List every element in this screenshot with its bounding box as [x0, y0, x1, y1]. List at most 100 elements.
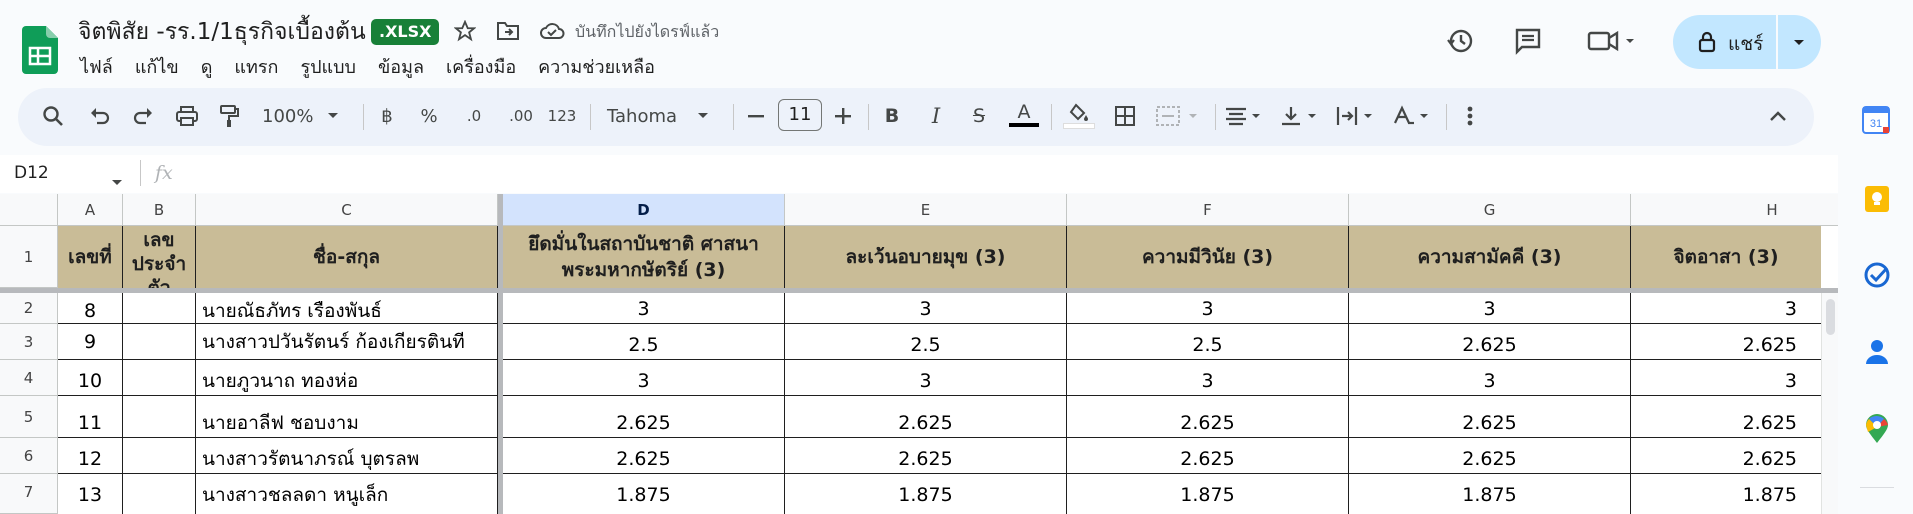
cell-no[interactable]: 11	[58, 396, 123, 438]
redo-icon[interactable]	[128, 101, 158, 131]
cell-score-h[interactable]: 2.625	[1631, 438, 1821, 474]
column-header-f[interactable]: F	[1067, 194, 1349, 226]
cell-score-e[interactable]: 2.625	[785, 438, 1067, 474]
borders-icon[interactable]	[1110, 101, 1140, 131]
column-header-c[interactable]: C	[196, 194, 498, 226]
header-cell-h[interactable]: จิตอาสา (3)	[1631, 226, 1821, 288]
more-options-icon[interactable]	[1457, 101, 1483, 131]
menu-view[interactable]: ดู	[201, 52, 213, 81]
cell-score-g[interactable]: 2.625	[1349, 396, 1631, 438]
header-cell-name[interactable]: ชื่อ-สกุล	[196, 226, 498, 288]
cell-no[interactable]: 10	[58, 360, 123, 396]
formula-input[interactable]	[190, 160, 1830, 186]
header-cell-no[interactable]: เลขที่	[58, 226, 123, 288]
cell-id[interactable]	[123, 360, 196, 396]
select-all-corner[interactable]	[0, 194, 58, 226]
cell-score-g[interactable]: 1.875	[1349, 474, 1631, 514]
print-icon[interactable]	[172, 101, 202, 131]
cell-score-f[interactable]: 2.625	[1067, 396, 1349, 438]
text-wrapping-icon[interactable]	[1334, 101, 1378, 131]
currency-format-button[interactable]: ฿	[373, 101, 401, 131]
cell-score-e[interactable]: 3	[785, 293, 1067, 324]
collapse-toolbar-icon[interactable]	[1763, 101, 1793, 131]
header-cell-e[interactable]: ละเว้นอบายมุข (3)	[785, 226, 1067, 288]
row-header-1[interactable]: 1	[0, 226, 58, 288]
row-header-7[interactable]: 7	[0, 474, 58, 514]
share-dropdown-icon[interactable]	[1785, 28, 1813, 56]
comments-icon[interactable]	[1514, 27, 1542, 55]
decrease-decimal-button[interactable]: .0	[458, 101, 490, 131]
bold-button[interactable]: B	[878, 101, 906, 131]
cell-score-g[interactable]: 2.625	[1349, 438, 1631, 474]
row-header-2[interactable]: 2	[0, 293, 58, 324]
column-header-a[interactable]: A	[58, 194, 123, 226]
zoom-select[interactable]: 100%	[262, 101, 352, 131]
menu-tools[interactable]: เครื่องมือ	[446, 52, 516, 81]
cell-score-f[interactable]: 1.875	[1067, 474, 1349, 514]
paint-format-icon[interactable]	[214, 101, 244, 131]
font-size-input[interactable]: 11	[778, 99, 822, 131]
cell-no[interactable]: 8	[58, 293, 123, 324]
fill-color-icon[interactable]	[1063, 99, 1095, 133]
cell-score-h[interactable]: 3	[1631, 293, 1821, 324]
name-box-dropdown-icon[interactable]	[111, 172, 123, 191]
menu-data[interactable]: ข้อมูล	[378, 52, 424, 81]
cell-score-g[interactable]: 2.625	[1349, 324, 1631, 360]
cell-score-d[interactable]: 2.625	[503, 438, 785, 474]
menu-edit[interactable]: แก้ไข	[135, 52, 179, 81]
document-title[interactable]: จิตพิสัย -รร.1/1ธุรกิจเบื้องต้น	[78, 14, 366, 50]
cell-score-d[interactable]: 3	[503, 360, 785, 396]
cell-score-g[interactable]: 3	[1349, 293, 1631, 324]
cell-no[interactable]: 13	[58, 474, 123, 514]
percent-format-button[interactable]: %	[415, 101, 443, 131]
cell-score-h[interactable]: 2.625	[1631, 324, 1821, 360]
decrease-font-size-icon[interactable]	[742, 101, 770, 131]
italic-button[interactable]: I	[922, 101, 950, 131]
cell-id[interactable]	[123, 324, 196, 360]
row-header-5[interactable]: 5	[0, 396, 58, 438]
column-header-d[interactable]: D	[503, 194, 785, 226]
maps-icon[interactable]	[1864, 414, 1890, 444]
cell-id[interactable]	[123, 474, 196, 514]
vertical-align-icon[interactable]	[1278, 101, 1322, 131]
cell-id[interactable]	[123, 438, 196, 474]
scrollbar-thumb[interactable]	[1826, 299, 1835, 335]
cell-score-e[interactable]: 3	[785, 360, 1067, 396]
cell-score-d[interactable]: 2.625	[503, 396, 785, 438]
horizontal-align-icon[interactable]	[1222, 101, 1266, 131]
row-header-3[interactable]: 3	[0, 324, 58, 360]
cell-no[interactable]: 9	[58, 324, 123, 360]
cell-score-e[interactable]: 1.875	[785, 474, 1067, 514]
column-header-g[interactable]: G	[1349, 194, 1631, 226]
cell-score-h[interactable]: 2.625	[1631, 396, 1821, 438]
menu-format[interactable]: รูปแบบ	[300, 52, 356, 81]
number-format-button[interactable]: 123	[546, 101, 578, 131]
sheets-logo[interactable]	[22, 26, 58, 74]
cell-name[interactable]: นางสาวปวันรัตนร์ ก้องเกียรตินที	[196, 324, 498, 360]
text-rotation-icon[interactable]	[1390, 101, 1434, 131]
contacts-icon[interactable]	[1864, 338, 1890, 366]
cell-score-f[interactable]: 2.625	[1067, 438, 1349, 474]
merge-cells-icon[interactable]	[1153, 101, 1205, 131]
cell-name[interactable]: นายณัธภัทร เรืองพันธ์	[196, 293, 498, 324]
menu-insert[interactable]: แทรก	[234, 52, 278, 81]
cell-name[interactable]: นางสาวชลลดา หนูเล็ก	[196, 474, 498, 514]
cell-score-e[interactable]: 2.625	[785, 396, 1067, 438]
row-header-4[interactable]: 4	[0, 360, 58, 396]
cell-score-d[interactable]: 2.5	[503, 324, 785, 360]
text-color-button[interactable]: A	[1008, 97, 1040, 131]
row-header-6[interactable]: 6	[0, 438, 58, 474]
font-select[interactable]: Tahoma	[607, 101, 717, 131]
cell-score-g[interactable]: 3	[1349, 360, 1631, 396]
cell-score-h[interactable]: 1.875	[1631, 474, 1821, 514]
header-cell-g[interactable]: ความสามัคคี (3)	[1349, 226, 1631, 288]
star-icon[interactable]	[451, 17, 479, 45]
version-history-icon[interactable]	[1446, 27, 1474, 55]
meet-icon[interactable]	[1586, 27, 1636, 55]
menu-help[interactable]: ความช่วยเหลือ	[538, 52, 655, 81]
cloud-saved-icon[interactable]	[538, 17, 566, 45]
cell-name[interactable]: นายภูวนาถ ทองห่อ	[196, 360, 498, 396]
cell-id[interactable]	[123, 293, 196, 324]
header-cell-d[interactable]: ยึดมั่นในสถาบันชาติ ศาสนา พระมหากษัตริย์…	[503, 226, 785, 288]
search-menus-icon[interactable]	[38, 101, 68, 131]
